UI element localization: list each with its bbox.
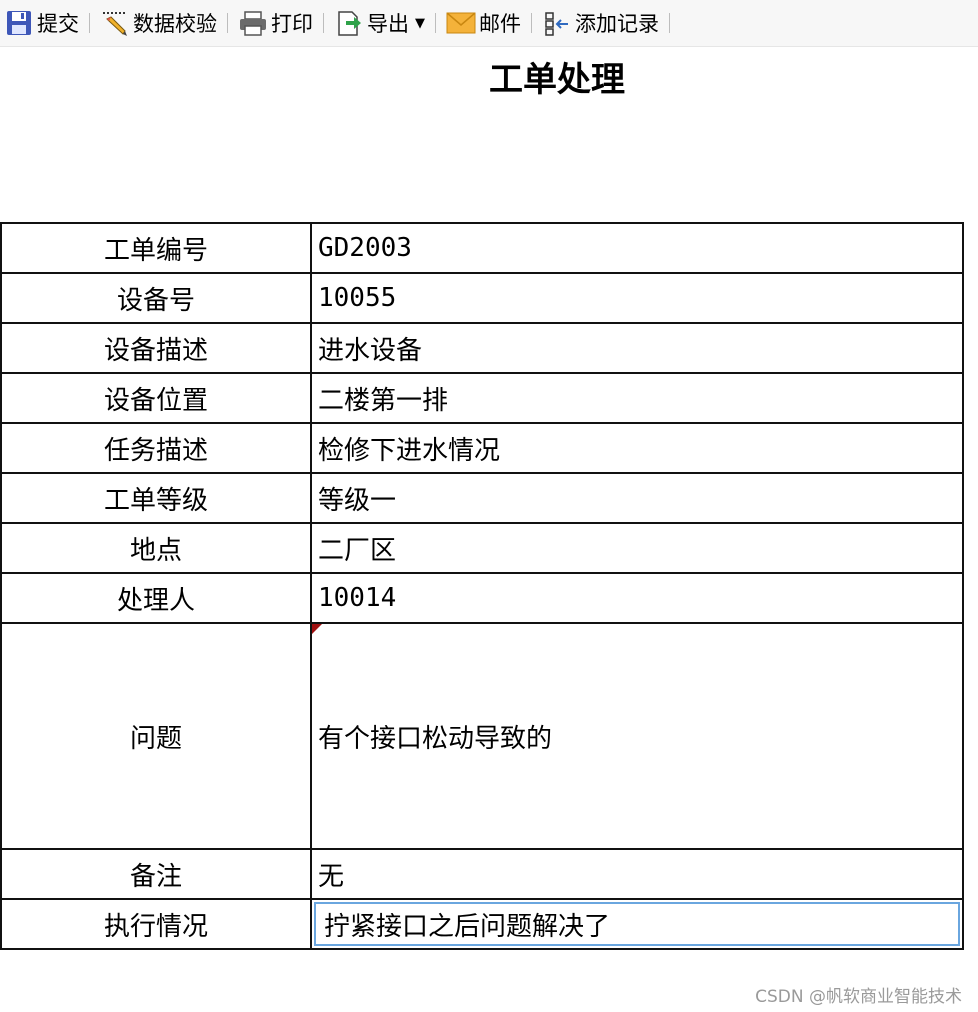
form-row: 任务描述 检修下进水情况	[0, 422, 964, 474]
validate-label: 数据校验	[133, 12, 217, 36]
field-label: 任务描述	[0, 422, 312, 474]
save-icon	[4, 8, 34, 38]
export-button[interactable]: 导出 ▼	[330, 0, 429, 46]
task-desc-value[interactable]: 检修下进水情况	[310, 422, 964, 474]
form-row: 地点 二厂区	[0, 522, 964, 574]
field-label: 执行情况	[0, 898, 312, 950]
field-label: 设备号	[0, 272, 312, 324]
submit-label: 提交	[37, 12, 79, 36]
mail-button[interactable]: 邮件	[442, 0, 525, 46]
issue-value: 有个接口松动导致的	[318, 723, 553, 754]
toolbar-divider	[227, 13, 228, 33]
add-row-icon	[542, 8, 572, 38]
pencil-check-icon	[100, 8, 130, 38]
form-row: 设备描述 进水设备	[0, 322, 964, 374]
issue-cell[interactable]: 有个接口松动导致的	[310, 622, 964, 850]
execution-input[interactable]	[314, 902, 960, 946]
validate-button[interactable]: 数据校验	[96, 0, 221, 46]
equip-desc-value[interactable]: 进水设备	[310, 322, 964, 374]
toolbar-divider	[531, 13, 532, 33]
order-no-value[interactable]: GD2003	[310, 222, 964, 274]
field-label: 问题	[0, 622, 312, 850]
toolbar-divider	[669, 13, 670, 33]
level-value[interactable]: 等级一	[310, 472, 964, 524]
form-row: 工单编号 GD2003	[0, 222, 964, 274]
submit-button[interactable]: 提交	[0, 0, 83, 46]
field-label: 工单编号	[0, 222, 312, 274]
export-label: 导出	[367, 12, 409, 36]
remark-value[interactable]: 无	[310, 848, 964, 900]
chevron-down-icon: ▼	[415, 15, 425, 31]
form-row: 备注 无	[0, 848, 964, 900]
equip-loc-value[interactable]: 二楼第一排	[310, 372, 964, 424]
export-icon	[334, 8, 364, 38]
execution-cell	[310, 898, 964, 950]
print-button[interactable]: 打印	[234, 0, 317, 46]
cell-flag-marker	[312, 624, 322, 634]
watermark: CSDN @帆软商业智能技术	[755, 987, 962, 1007]
toolbar-divider	[323, 13, 324, 33]
form-row: 工单等级 等级一	[0, 472, 964, 524]
work-order-form: 工单编号 GD2003 设备号 10055 设备描述 进水设备 设备位置 二楼第…	[0, 222, 964, 950]
printer-icon	[238, 8, 268, 38]
field-label: 备注	[0, 848, 312, 900]
envelope-icon	[446, 8, 476, 38]
toolbar: 提交 数据校验 打印 导出 ▼ 邮件 添加记录	[0, 0, 978, 47]
handler-value[interactable]: 10014	[310, 572, 964, 624]
field-label: 地点	[0, 522, 312, 574]
toolbar-divider	[435, 13, 436, 33]
form-row: 问题 有个接口松动导致的	[0, 622, 964, 850]
add-record-label: 添加记录	[575, 12, 659, 36]
form-row: 设备位置 二楼第一排	[0, 372, 964, 424]
form-row: 执行情况	[0, 898, 964, 950]
add-record-button[interactable]: 添加记录	[538, 0, 663, 46]
field-label: 设备描述	[0, 322, 312, 374]
field-label: 处理人	[0, 572, 312, 624]
site-value[interactable]: 二厂区	[310, 522, 964, 574]
form-row: 设备号 10055	[0, 272, 964, 324]
mail-label: 邮件	[479, 12, 521, 36]
page-title: 工单处理	[489, 60, 625, 100]
print-label: 打印	[271, 12, 313, 36]
field-label: 设备位置	[0, 372, 312, 424]
toolbar-divider	[89, 13, 90, 33]
field-label: 工单等级	[0, 472, 312, 524]
equip-no-value[interactable]: 10055	[310, 272, 964, 324]
form-row: 处理人 10014	[0, 572, 964, 624]
